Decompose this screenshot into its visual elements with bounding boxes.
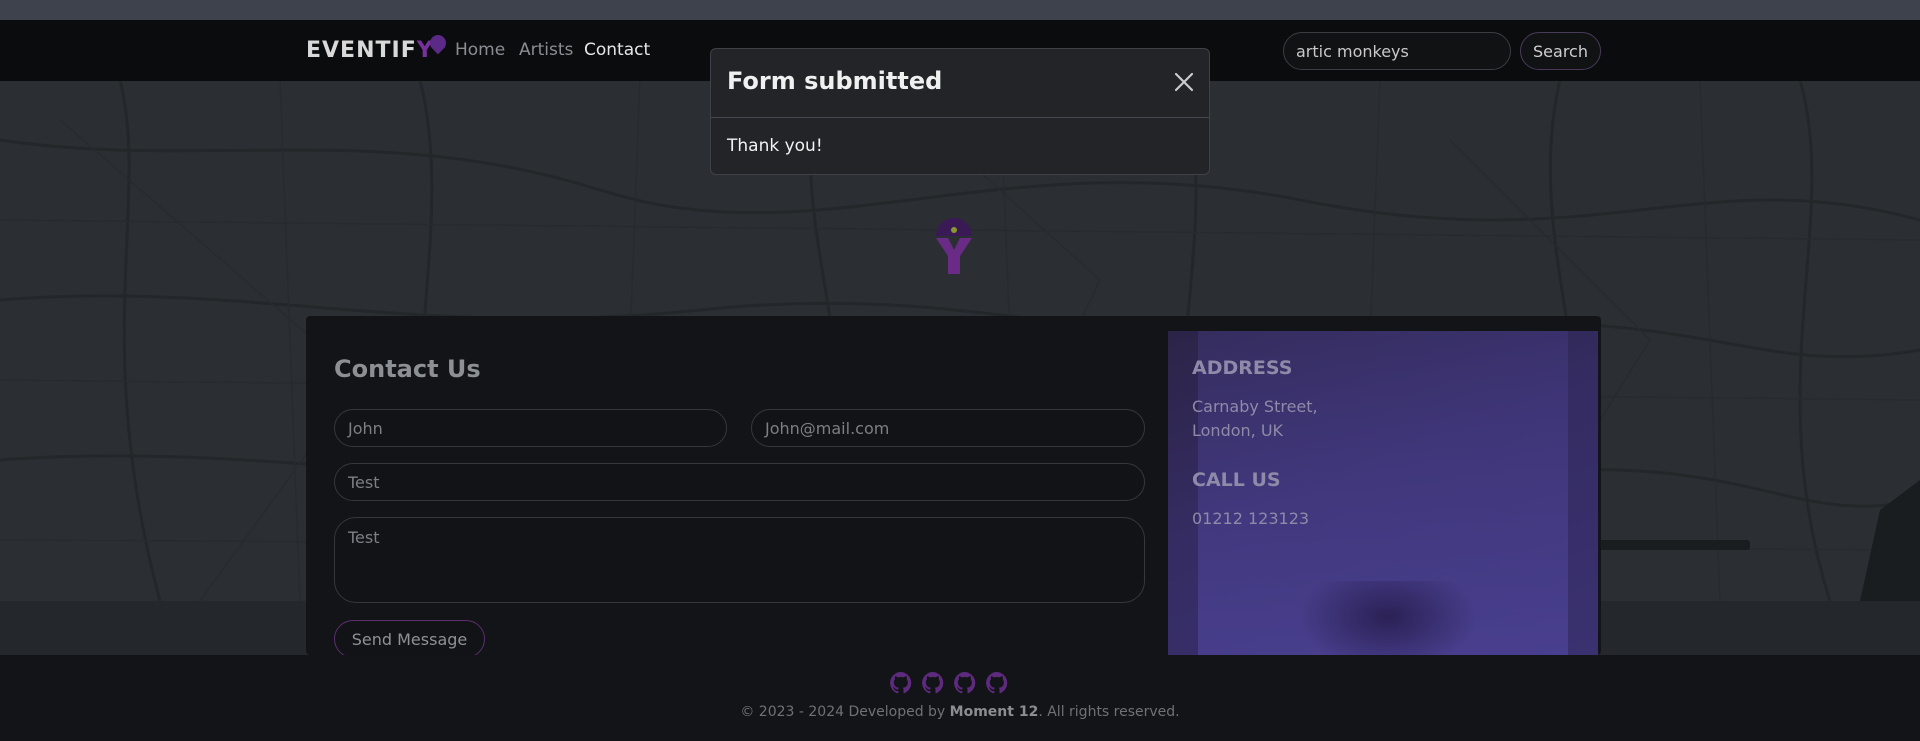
form-submitted-modal: Form submitted Thank you!: [710, 48, 1210, 175]
brand-logo[interactable]: EVENTIFY: [306, 31, 449, 68]
nav-link-home[interactable]: Home: [455, 40, 505, 60]
subject-field[interactable]: Test: [334, 463, 1145, 501]
modal-title: Form submitted: [727, 67, 943, 95]
message-textarea[interactable]: Test: [334, 517, 1145, 603]
copyright-brand[interactable]: Moment 12: [950, 704, 1039, 720]
address-line-1: Carnaby Street,: [1192, 397, 1318, 416]
phone-number: 01212 123123: [1192, 509, 1310, 528]
address-line-2: London, UK: [1192, 421, 1284, 440]
footer: [0, 655, 1920, 741]
github-icon[interactable]: [985, 671, 1009, 695]
email-field[interactable]: John@mail.com: [751, 409, 1145, 447]
github-icon[interactable]: [921, 671, 945, 695]
github-icon[interactable]: [889, 671, 913, 695]
search-input[interactable]: artic monkeys: [1283, 32, 1511, 70]
nav-link-contact[interactable]: Contact: [584, 40, 650, 60]
send-message-button[interactable]: Send Message: [334, 620, 485, 658]
map-marker-icon[interactable]: [936, 218, 972, 274]
modal-body-text: Thank you!: [727, 136, 823, 156]
search-button[interactable]: Search: [1520, 32, 1601, 70]
contact-info-panel: [1168, 331, 1598, 655]
nav-link-artists[interactable]: Artists: [519, 40, 573, 60]
contact-title: Contact Us: [334, 355, 481, 383]
modal-divider: [711, 117, 1209, 118]
call-us-heading: CALL US: [1192, 469, 1281, 491]
close-icon[interactable]: [1171, 69, 1197, 95]
name-field[interactable]: John: [334, 409, 727, 447]
panel-performer-image: [1298, 581, 1478, 655]
browser-top-strip: [0, 0, 1920, 20]
address-heading: ADDRESS: [1192, 357, 1293, 379]
copyright-text: © 2023 - 2024 Developed by Moment 12. Al…: [740, 704, 1180, 720]
github-icon[interactable]: [953, 671, 977, 695]
logo-text: EVENTIFY: [306, 37, 434, 63]
